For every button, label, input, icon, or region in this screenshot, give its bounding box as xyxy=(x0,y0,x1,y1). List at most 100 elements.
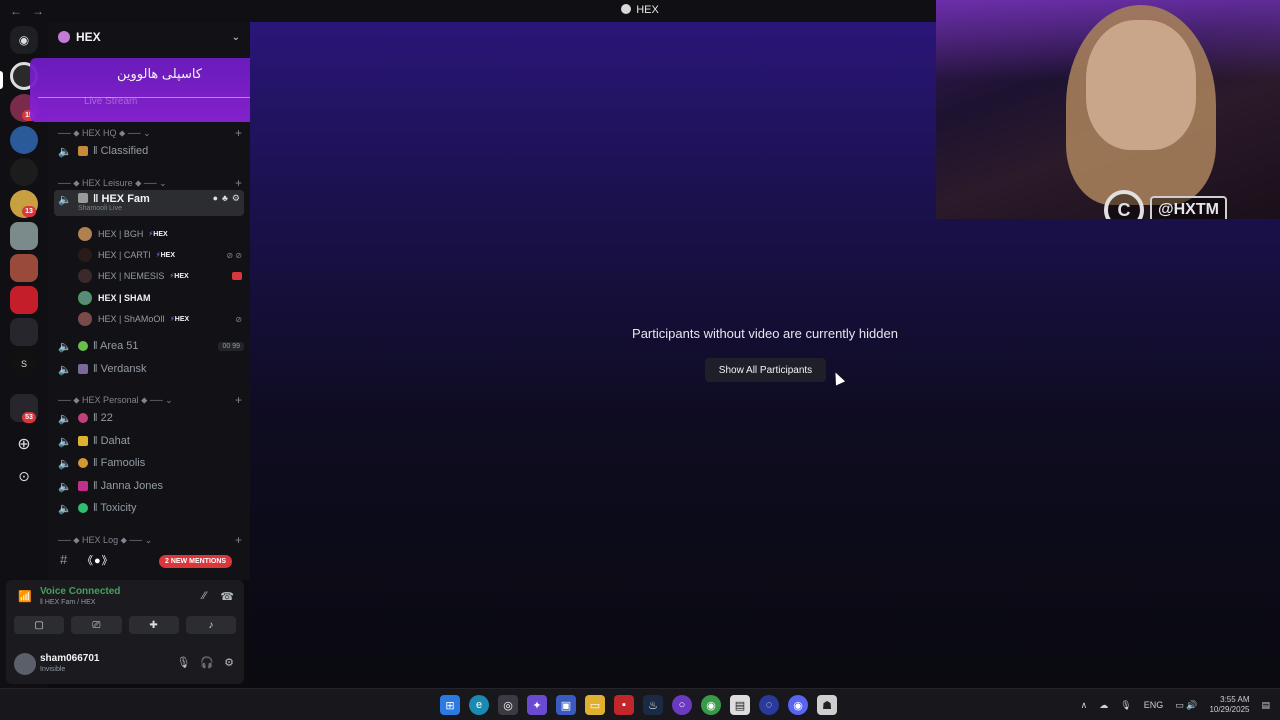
category-hex-hq[interactable]: ── ⬥ HEX HQ ⬥ ── ⌄ + xyxy=(58,126,242,140)
wine-icon xyxy=(78,413,88,423)
edge-browser-icon[interactable]: e xyxy=(469,695,489,715)
voice-user[interactable]: HEX | CARTI ⚡HEX ⊘ ⊘ xyxy=(78,246,242,264)
clock[interactable]: 3:55 AM 10/29/2025 xyxy=(1209,695,1249,715)
voice-user[interactable]: HEX | BGH ⚡HEX xyxy=(78,225,242,243)
alien-icon xyxy=(78,341,88,351)
discord-home-icon[interactable]: ◉ xyxy=(10,26,38,54)
app-red-icon[interactable]: ▪ xyxy=(614,695,634,715)
voice-panel: 📶 Voice Connected ‖ HEX Fam / HEX ⁄⁄ ☎ ▢ … xyxy=(6,580,244,644)
swirl-icon xyxy=(78,458,88,468)
watermark-text: @HXTM xyxy=(1150,196,1227,219)
category-label: ── ⬥ HEX Leisure ⬥ ── ⌄ xyxy=(58,177,167,188)
selected-indicator xyxy=(0,71,3,89)
steam-icon[interactable]: ♨ xyxy=(643,695,663,715)
notifications-icon[interactable]: ▤ xyxy=(1261,700,1270,711)
text-channel-hash-icon[interactable]: # xyxy=(60,552,67,567)
app-white-icon[interactable]: ▤ xyxy=(730,695,750,715)
user-status: Invisible xyxy=(40,666,66,673)
app-blue-icon[interactable]: ◌ xyxy=(759,695,779,715)
settings-gear-icon[interactable]: ⚙ xyxy=(232,193,240,204)
add-channel-icon[interactable]: + xyxy=(235,533,242,547)
activities-button[interactable]: ✚ xyxy=(128,616,179,634)
guild-tag: ⚡HEX xyxy=(155,252,176,259)
cloud-icon[interactable]: ☁ xyxy=(1099,700,1108,711)
headphones-icon[interactable]: 🎧 xyxy=(200,656,214,669)
chevron-down-icon[interactable]: ⌄ xyxy=(232,32,240,43)
back-arrow-icon[interactable]: ← xyxy=(10,4,22,18)
category-hex-leisure[interactable]: ── ⬥ HEX Leisure ⬥ ── ⌄ + xyxy=(58,176,242,190)
channel-hex-fam[interactable]: 🔈 ‖ HEX Fam Shamooli Live ● ♣ ⚙ xyxy=(54,190,244,216)
add-server-icon[interactable]: ⊕ xyxy=(10,430,38,458)
invite-icon[interactable]: ♣ xyxy=(222,193,228,204)
voice-user-self[interactable]: HEX | SHAM xyxy=(78,289,242,307)
discord-app-icon[interactable]: ◉ xyxy=(788,695,808,715)
channel-dahat[interactable]: 🔈 ‖ Dahat xyxy=(54,431,244,451)
voice-user[interactable]: HEX | NEMESIS ⚡HEX xyxy=(78,267,242,285)
chat-icon[interactable]: ● xyxy=(213,193,218,204)
channel-area-51[interactable]: 🔈 ‖ Area 51 00 99 xyxy=(54,336,244,356)
channel-emoji-icon xyxy=(78,193,88,203)
noise-suppression-icon[interactable]: ⁄⁄ xyxy=(203,590,207,603)
crown-icon xyxy=(78,436,88,446)
server-folder-icon[interactable] xyxy=(10,318,38,346)
app-purple-icon[interactable]: ○ xyxy=(672,695,692,715)
new-mentions-badge[interactable]: 2 NEW MENTIONS xyxy=(159,555,233,568)
channel-verdansk[interactable]: 🔈 ‖ Verdansk xyxy=(54,359,244,379)
server-icon-3[interactable] xyxy=(10,126,38,154)
file-explorer-icon[interactable]: ▭ xyxy=(585,695,605,715)
avatar xyxy=(78,227,92,241)
category-label: ── ⬥ HEX Log ⬥ ── ⌄ xyxy=(58,534,153,545)
settings-gear-icon[interactable]: ⚙ xyxy=(224,656,234,669)
server-header[interactable]: HEX ⌄ xyxy=(48,22,250,52)
channel-label: ‖ 22 xyxy=(93,412,113,424)
date: 10/29/2025 xyxy=(1209,705,1250,714)
forward-arrow-icon[interactable]: → xyxy=(32,4,44,18)
chrome-icon[interactable]: ◉ xyxy=(701,695,721,715)
network-volume-icon[interactable]: ▭ 🔊 xyxy=(1175,700,1197,711)
channel-emoji-icon xyxy=(78,481,88,491)
discord-taskbar-icon[interactable]: ◎ xyxy=(498,695,518,715)
speaker-icon: 🔈 xyxy=(58,480,72,493)
webcam-overlay: C @HXTM xyxy=(936,0,1280,219)
user-name: HEX | ShAMoOlI xyxy=(98,314,165,324)
username[interactable]: sham066701 xyxy=(40,653,100,664)
microphone-icon[interactable]: 🎙 xyxy=(176,656,190,669)
language-indicator[interactable]: ENG xyxy=(1144,700,1164,710)
category-hex-personal[interactable]: ── ⬥ HEX Personal ⬥ ── ⌄ + xyxy=(58,393,242,407)
windows-start-icon[interactable]: ⊞ xyxy=(440,695,460,715)
camera-off-button[interactable]: ▢ xyxy=(14,616,65,634)
avatar xyxy=(78,312,92,326)
show-hidden-icons-icon[interactable]: ∧ xyxy=(1081,700,1088,711)
channel-janna-jones[interactable]: 🔈 ‖ Janna Jones xyxy=(54,476,244,496)
category-hex-log[interactable]: ── ⬥ HEX Log ⬥ ── ⌄ + xyxy=(58,533,242,547)
screen-share-button[interactable]: ⎚ xyxy=(71,616,122,634)
avatar[interactable] xyxy=(14,653,36,675)
server-icon xyxy=(58,31,70,43)
add-channel-icon[interactable]: + xyxy=(235,126,242,140)
discover-icon[interactable]: ⊙ xyxy=(10,462,38,490)
add-channel-icon[interactable]: + xyxy=(235,176,242,190)
show-all-participants-button[interactable]: Show All Participants xyxy=(705,358,826,382)
server-icon-s[interactable]: S xyxy=(10,350,38,378)
server-icon-7[interactable] xyxy=(10,254,38,282)
signal-icon[interactable]: 📶 xyxy=(18,590,32,603)
voice-user[interactable]: HEX | ShAMoOlI ⚡HEX ⊘ xyxy=(78,310,242,328)
voice-status[interactable]: Voice Connected xyxy=(40,586,120,597)
copilot-icon[interactable]: ✦ xyxy=(527,695,547,715)
avatar xyxy=(78,291,92,305)
channel-toxicity[interactable]: 🔈 ‖ Toxicity xyxy=(54,498,244,518)
soundboard-button[interactable]: ♪ xyxy=(185,616,236,634)
server-icon-6[interactable] xyxy=(10,222,38,250)
server-icon-8[interactable] xyxy=(10,286,38,314)
channel-famoolis[interactable]: 🔈 ‖ Famoolis xyxy=(54,453,244,473)
microphone-tray-icon[interactable]: 🎙 xyxy=(1120,700,1131,711)
store-icon[interactable]: ▣ xyxy=(556,695,576,715)
channel-22[interactable]: 🔈 ‖ 22 xyxy=(54,408,244,428)
server-icon-4[interactable] xyxy=(10,158,38,186)
add-channel-icon[interactable]: + xyxy=(235,393,242,407)
voice-channel-path[interactable]: ‖ HEX Fam / HEX xyxy=(40,599,95,606)
app-bot-icon[interactable]: ☗ xyxy=(817,695,837,715)
channel-classified[interactable]: 🔈 ‖ Classified xyxy=(54,141,244,161)
biohazard-icon xyxy=(78,503,88,513)
disconnect-icon[interactable]: ☎ xyxy=(220,590,234,603)
